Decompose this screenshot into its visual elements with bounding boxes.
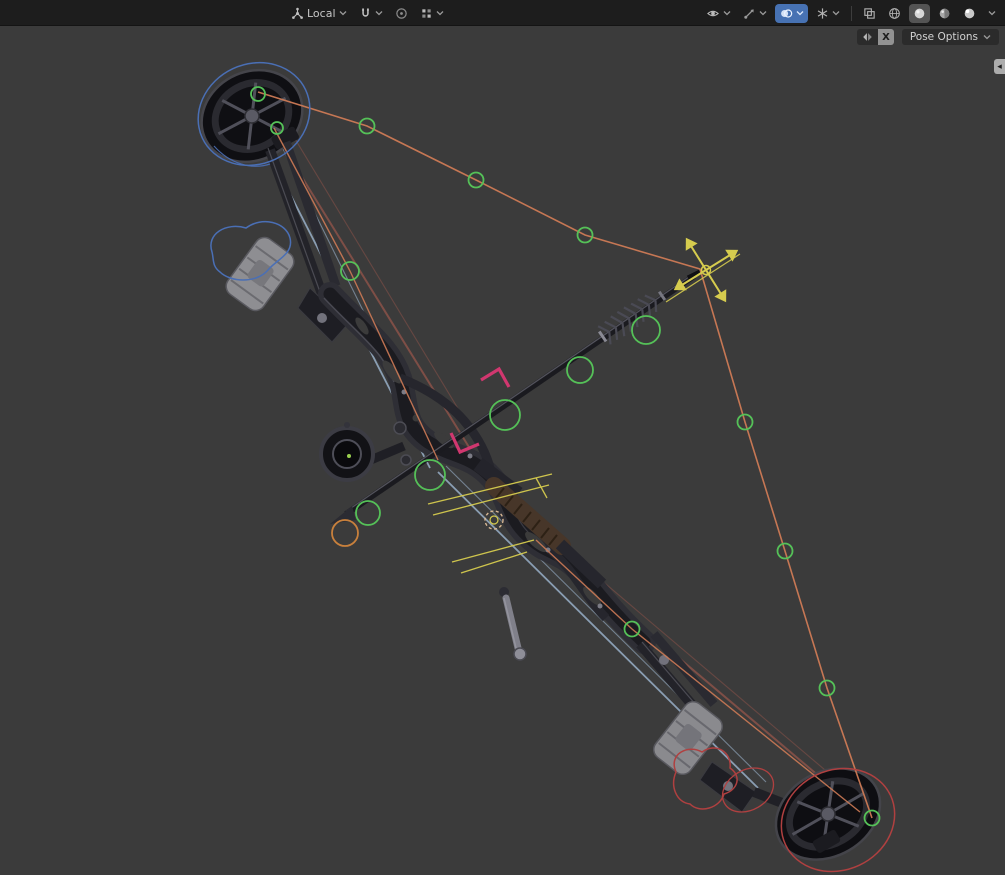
chevron-down-icon: [759, 11, 767, 16]
pivot-point-dropdown[interactable]: [416, 4, 448, 23]
grip-widget-line[interactable]: [460, 551, 528, 574]
chevron-down-icon: [796, 11, 804, 16]
shading-solid-button[interactable]: [909, 3, 930, 23]
bracket-top[interactable]: [480, 366, 511, 388]
bone-widget-circle[interactable]: [566, 356, 594, 384]
xray-icon: [864, 7, 875, 19]
header-separator: [851, 5, 852, 21]
overlays-icon: [781, 8, 793, 18]
chevron-down-icon: [339, 11, 346, 16]
pivot-point-icon: [421, 8, 431, 18]
shading-rendered-button[interactable]: [959, 4, 980, 23]
snowflake-icon: [817, 7, 828, 19]
viewport-canvas[interactable]: [0, 26, 1005, 875]
effects-dropdown[interactable]: [812, 4, 844, 23]
transform-orientation-label: Local: [307, 7, 336, 20]
viewport-3d[interactable]: [0, 26, 1005, 875]
bone-widget-circle[interactable]: [631, 315, 661, 345]
viewport-display-group: [702, 0, 1000, 26]
rendered-sphere-icon: [964, 8, 975, 18]
grip[interactable]: [473, 458, 607, 589]
solid-sphere-icon: [914, 8, 925, 18]
transform-orientation-dropdown[interactable]: Local: [287, 4, 351, 23]
bottom-limb[interactable]: [636, 631, 792, 813]
grip-widget-line[interactable]: [451, 539, 535, 563]
viewport-header: Local: [0, 0, 1005, 26]
gizmo-dropdown[interactable]: [739, 4, 771, 23]
chevron-down-icon: [988, 11, 996, 16]
overlays-toggle[interactable]: [775, 3, 808, 23]
bone-widget-circle[interactable]: [355, 500, 381, 526]
chevron-down-icon: [723, 11, 731, 16]
nock-move-widget[interactable]: [654, 218, 759, 323]
wireframe-sphere-icon: [889, 7, 900, 19]
transform-orientation-icon: [292, 7, 303, 19]
top-limb-dampener: [225, 236, 295, 312]
proportional-editing-icon: [395, 7, 407, 19]
snap-dropdown[interactable]: [355, 4, 387, 23]
xray-toggle[interactable]: [859, 4, 880, 23]
material-sphere-icon: [939, 8, 950, 18]
chevron-down-icon: [375, 11, 382, 16]
stabilizer-lever[interactable]: [499, 587, 527, 661]
top-cam[interactable]: [185, 53, 318, 180]
chevron-down-icon: [832, 11, 840, 16]
magnet-icon: [361, 7, 369, 17]
bone-widget-orange-circle[interactable]: [331, 519, 359, 547]
visibility-dropdown[interactable]: [702, 4, 735, 23]
proportional-editing-toggle[interactable]: [391, 4, 412, 23]
bow-model[interactable]: [185, 53, 896, 875]
gizmo-icon: [744, 8, 754, 19]
bone-widget-yellow-dot[interactable]: [489, 515, 499, 525]
chevron-down-icon: [436, 11, 443, 16]
eye-icon: [707, 10, 719, 16]
bow-sight[interactable]: [319, 421, 412, 482]
shading-wireframe-button[interactable]: [884, 4, 905, 23]
shading-material-button[interactable]: [934, 4, 955, 23]
shading-options-dropdown[interactable]: [984, 4, 1000, 23]
transform-controls-group: Local: [287, 0, 448, 26]
